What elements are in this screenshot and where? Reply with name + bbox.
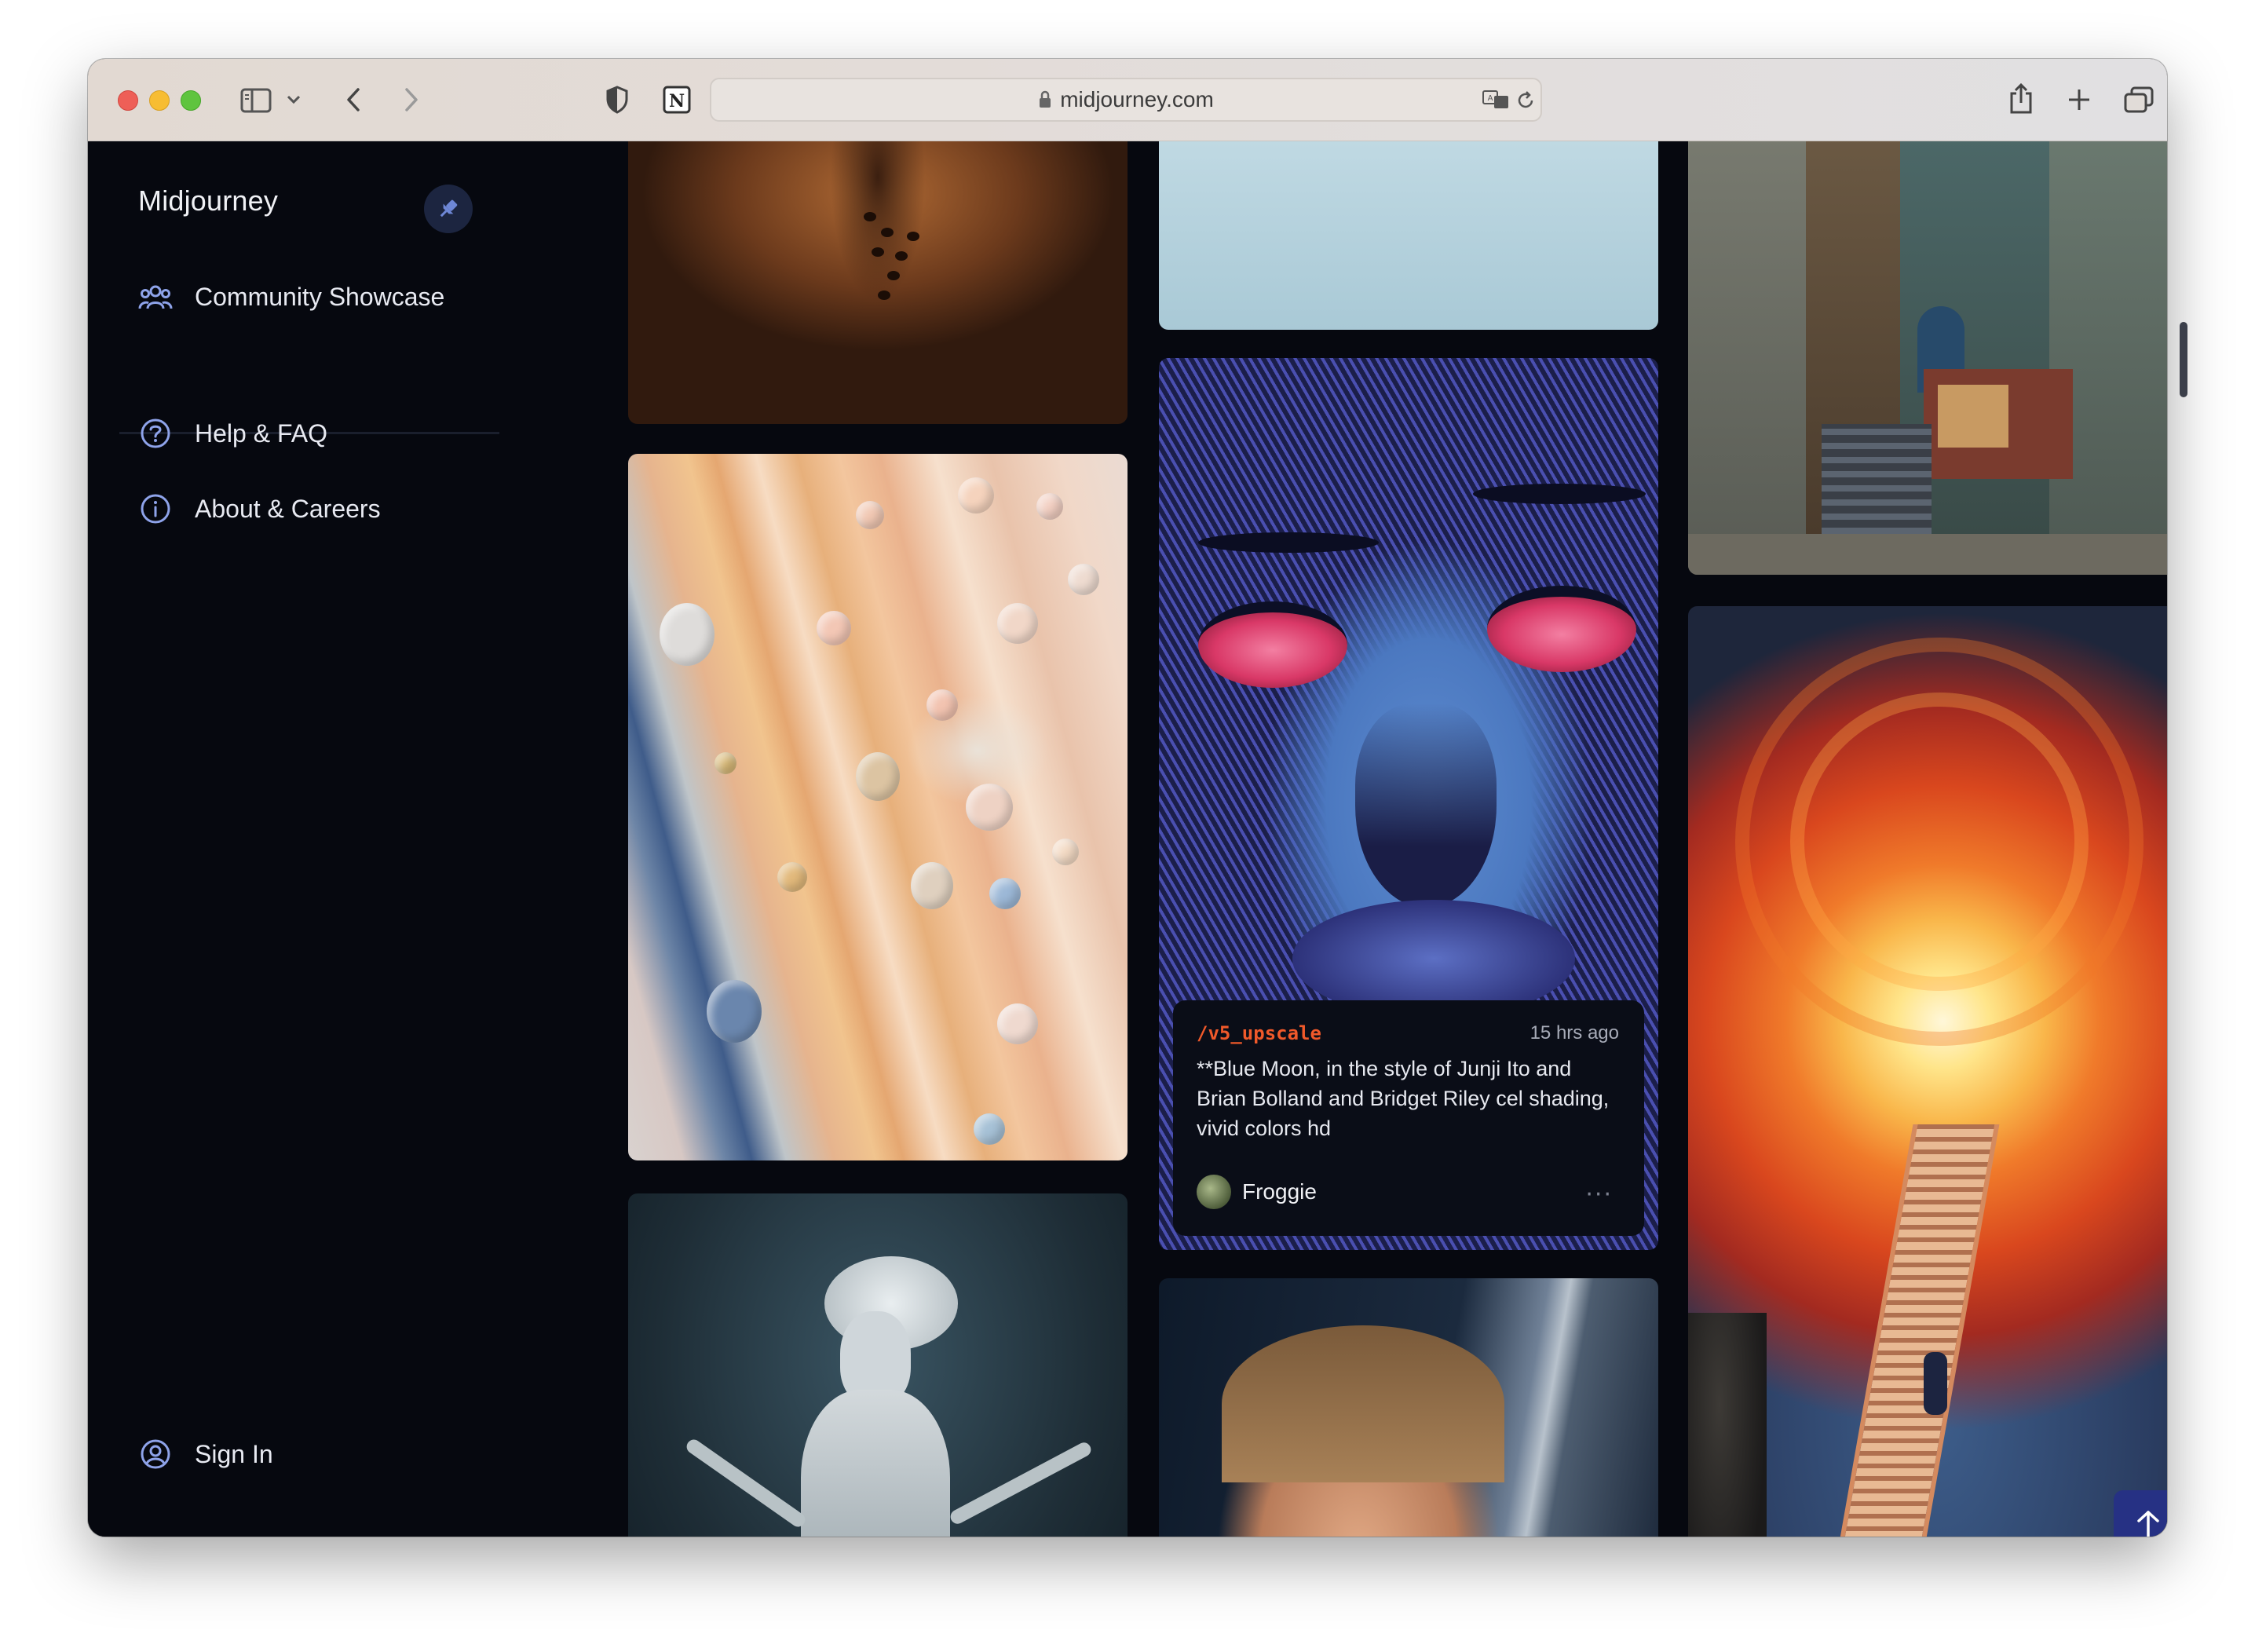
help-icon (141, 418, 170, 448)
avatar (1197, 1175, 1231, 1209)
address-bar[interactable]: midjourney.com A (710, 78, 1542, 122)
info-icon (141, 494, 170, 524)
sign-in-label: Sign In (195, 1439, 273, 1468)
translate-icon[interactable]: A (1481, 87, 1512, 112)
reload-icon[interactable] (1514, 89, 1537, 112)
svg-text:N: N (669, 91, 685, 111)
gallery-image[interactable] (1688, 606, 2167, 1537)
prompt-hover-card[interactable]: /v5_upscale 15 hrs ago **Blue Moon, in t… (1173, 1000, 1644, 1236)
sidebar-item-label: Help & FAQ (195, 418, 327, 448)
privacy-shield-icon[interactable] (601, 82, 633, 117)
scroll-to-top-button[interactable] (2114, 1490, 2167, 1537)
svg-text:A: A (1488, 94, 1493, 103)
gallery-image[interactable] (628, 141, 1128, 424)
tab-overview-icon[interactable] (2122, 84, 2156, 115)
sidebar-item-community-showcase[interactable]: Community Showcase (138, 283, 444, 312)
sidebar-item-about-careers[interactable]: About & Careers (138, 493, 381, 524)
gallery-image[interactable] (628, 454, 1128, 1160)
sidebar-toggle-icon[interactable] (239, 86, 273, 115)
pin-icon (440, 199, 458, 217)
notion-icon[interactable]: N (660, 82, 694, 117)
lock-icon (1040, 90, 1051, 108)
browser-window: N midjourney.com A Midjourney Community … (88, 59, 2167, 1537)
community-icon (138, 285, 173, 309)
back-icon[interactable] (338, 84, 369, 115)
gallery-image[interactable] (628, 1193, 1128, 1537)
pin-sidebar-button[interactable] (424, 185, 473, 233)
gallery-image[interactable] (1159, 1278, 1658, 1537)
user-circle-icon (141, 1439, 170, 1469)
prompt-author[interactable]: Froggie (1197, 1175, 1317, 1209)
brand-logo[interactable]: Midjourney (138, 185, 278, 217)
sidebar-item-help-faq[interactable]: Help & FAQ (138, 418, 327, 449)
gallery-image[interactable] (1159, 141, 1658, 330)
sidebar: Midjourney Community Showcase Help & FAQ… (88, 141, 528, 1537)
sidebar-item-label: Community Showcase (195, 283, 445, 311)
sign-in-button[interactable]: Sign In (138, 1438, 273, 1470)
close-window-button[interactable] (118, 90, 138, 111)
zoom-window-button[interactable] (181, 90, 201, 111)
browser-toolbar: N midjourney.com A (88, 59, 2167, 141)
showcase-feed[interactable]: /v5_upscale 15 hrs ago **Blue Moon, in t… (528, 141, 2167, 1537)
chevron-down-icon[interactable] (284, 90, 303, 109)
gallery-image[interactable] (1688, 141, 2167, 575)
new-tab-icon[interactable] (2063, 84, 2095, 115)
arrow-up-icon (2137, 1511, 2159, 1537)
author-name: Froggie (1242, 1179, 1317, 1204)
prompt-text: **Blue Moon, in the style of Junji Ito a… (1197, 1057, 1610, 1140)
prompt-command: /v5_upscale (1197, 1022, 1321, 1044)
share-icon[interactable] (2004, 79, 2038, 119)
sidebar-item-label: About & Careers (195, 494, 381, 523)
url-text: midjourney.com (1060, 87, 1214, 111)
scrollbar[interactable] (2180, 322, 2187, 397)
prompt-timestamp: 15 hrs ago (1530, 1022, 1619, 1043)
more-options-button[interactable]: ··· (1585, 1181, 1613, 1208)
minimize-window-button[interactable] (149, 90, 170, 111)
forward-icon[interactable] (396, 84, 427, 115)
